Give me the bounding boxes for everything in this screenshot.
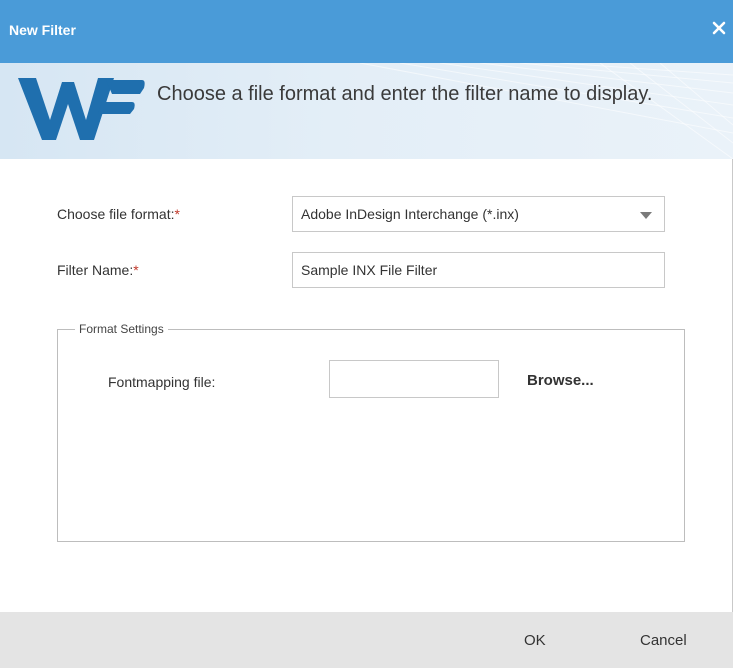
- fontmapping-label: Fontmapping file:: [108, 374, 216, 390]
- dialog-banner: Choose a file format and enter the filte…: [0, 63, 733, 159]
- dialog-title: New Filter: [9, 22, 76, 38]
- ok-button[interactable]: OK: [524, 632, 546, 649]
- dialog-titlebar[interactable]: New Filter: [0, 0, 733, 63]
- format-settings-legend: Format Settings: [79, 322, 164, 336]
- banner-instructions: Choose a file format and enter the filte…: [157, 83, 653, 105]
- required-marker: *: [174, 206, 180, 222]
- format-settings-group: Format Settings: [57, 322, 685, 542]
- filter-name-label: Filter Name:*: [57, 262, 139, 278]
- browse-button[interactable]: Browse...: [527, 372, 594, 389]
- file-format-label: Choose file format:*: [57, 206, 180, 222]
- cancel-button[interactable]: Cancel: [640, 632, 687, 649]
- dialog-footer: OK Cancel: [0, 612, 733, 668]
- required-marker: *: [133, 262, 139, 278]
- chevron-down-icon: [640, 212, 652, 219]
- file-format-value: Adobe InDesign Interchange (*.inx): [301, 206, 519, 222]
- new-filter-dialog: New Filter Choose a file format and ente…: [0, 0, 733, 668]
- wf-logo: [18, 78, 145, 140]
- file-format-label-text: Choose file format:: [57, 206, 175, 222]
- fontmapping-file-input[interactable]: [329, 360, 499, 398]
- file-format-select[interactable]: Adobe InDesign Interchange (*.inx): [292, 196, 665, 232]
- close-icon[interactable]: [709, 18, 729, 38]
- filter-name-input[interactable]: [292, 252, 665, 288]
- filter-name-label-text: Filter Name:: [57, 262, 134, 278]
